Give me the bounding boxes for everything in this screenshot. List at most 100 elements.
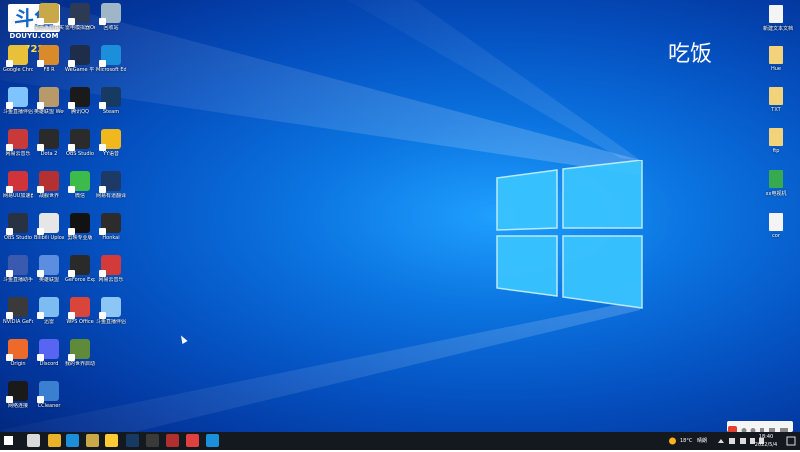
desktop-icon-label: 战舰世界 (38, 193, 59, 199)
desktop-icon[interactable]: YY语音 (96, 129, 126, 157)
file-icon (769, 213, 783, 231)
shortcut-arrow-icon (37, 60, 44, 67)
desktop-icon[interactable]: Steam (96, 87, 126, 115)
clock-time: 18:40 (758, 434, 774, 440)
desktop-icon[interactable]: Google Chrome (3, 45, 33, 73)
steam-icon (99, 87, 121, 109)
desktop-icon[interactable]: F8 R (34, 45, 64, 73)
desktop-file-label: xx电视机 (765, 191, 787, 197)
desktop-icon[interactable]: 网易云音乐 (96, 255, 126, 283)
wifi-icon (6, 381, 28, 403)
desktop-icon[interactable]: 战舰世界 (34, 171, 64, 199)
taskbar-file-explorer-icon[interactable] (48, 434, 61, 447)
desktop-icon[interactable]: WPS Office (65, 297, 95, 325)
desktop-icon[interactable]: 回收站 (96, 3, 126, 31)
desktop-file[interactable]: 新建文本文档 (763, 5, 793, 32)
desktop-icon[interactable]: 斗鱼直播助手 (3, 255, 33, 283)
windows-logo-wallpaper (496, 160, 643, 309)
desktop-icon[interactable]: 英雄联盟 (34, 255, 64, 283)
ldplayer-icon (68, 3, 90, 25)
obs-icon (6, 213, 28, 235)
desktop-icon[interactable]: Honkai (96, 213, 126, 241)
desktop-icon[interactable]: 迅雷 (34, 297, 64, 325)
desktop-icon-label: 回收站 (103, 25, 119, 31)
edge-icon (99, 45, 121, 67)
desktop-file[interactable]: TXT (763, 87, 789, 113)
desktop-icon[interactable]: NVIDIA GeForce (3, 297, 33, 325)
minecraft-icon (68, 339, 90, 361)
taskbar-search-icon[interactable] (27, 434, 40, 447)
douyu-helper-icon (6, 255, 28, 277)
shortcut-arrow-icon (68, 312, 75, 319)
xunlei-icon (37, 297, 59, 319)
desktop-icon[interactable]: 网络连接 (3, 381, 33, 409)
desktop-icon[interactable]: OBS Studio (3, 213, 33, 241)
desktop-icon[interactable] (3, 3, 33, 25)
excel-file-icon (769, 170, 783, 188)
desktop-icon[interactable]: OBS Studio (65, 129, 95, 157)
desktop-icon[interactable]: 网易云音乐 (3, 129, 33, 157)
folder-icon (769, 87, 783, 105)
shortcut-arrow-icon (6, 396, 13, 403)
desktop-file[interactable]: Hue (763, 46, 789, 72)
desktop-icon-label: 魔兽争霸真实对战平台 (34, 25, 64, 31)
shortcut-arrow-icon (6, 228, 13, 235)
taskbar-douyu-icon[interactable] (206, 434, 219, 447)
shortcut-arrow-icon (37, 396, 44, 403)
taskbar-steam-icon[interactable] (126, 434, 139, 447)
shortcut-arrow-icon (99, 18, 106, 25)
shortcut-arrow-icon (37, 270, 44, 277)
desktop-icon[interactable]: 斗鱼直播伴侣 (3, 87, 33, 115)
desktop-icon[interactable]: WeGame 平台 (65, 45, 95, 73)
mouse-cursor (178, 334, 188, 344)
desktop-icon[interactable]: Microsoft Edge (96, 45, 126, 73)
desktop-file[interactable]: ftp (763, 128, 789, 154)
taskbar-game-icon[interactable] (105, 434, 118, 447)
desktop-icon[interactable]: 雷电模拟器Online (65, 3, 95, 31)
taskbar-obs-running-icon[interactable] (166, 434, 179, 447)
desktop-icon[interactable]: 腾讯QQ (65, 87, 95, 115)
desktop-icon-label: GeForce Experience (65, 277, 95, 283)
desktop-icon[interactable]: 斗鱼直播伴侣 (96, 297, 126, 325)
folder-icon (769, 128, 783, 146)
taskbar-obs-icon[interactable] (146, 434, 159, 447)
desktop-icon[interactable]: Discord (34, 339, 64, 367)
shortcut-arrow-icon (6, 312, 13, 319)
desktop-icon-label: 迅雷 (43, 319, 54, 325)
taskbar-start-button-icon[interactable] (4, 436, 13, 445)
shortcut-arrow-icon (37, 354, 44, 361)
clock[interactable]: 18:40 2022/5/4 (752, 433, 780, 451)
taskbar-wegame-icon[interactable] (86, 434, 99, 447)
lol-icon (37, 87, 59, 109)
shortcut-arrow-icon (99, 186, 106, 193)
recycle-bin-icon (99, 3, 121, 25)
taskbar-netease-icon[interactable] (186, 434, 199, 447)
desktop-icon[interactable]: 微信 (65, 171, 95, 199)
taskbar-edge-icon[interactable] (66, 434, 79, 447)
weather-widget[interactable] (668, 432, 677, 450)
desktop-icon-label: 微信 (74, 193, 85, 199)
desktop-icon[interactable]: CCleaner (34, 381, 64, 409)
shortcut-arrow-icon (99, 312, 106, 319)
desktop-icon-label: CCleaner (37, 403, 61, 409)
wows-icon (37, 171, 59, 193)
youdao-icon (99, 171, 121, 193)
desktop-icon[interactable]: Origin (3, 339, 33, 367)
desktop-icon[interactable]: Bilibili Uploader (34, 213, 64, 241)
desktop-icon[interactable]: 我的世界启动器 (65, 339, 95, 367)
desktop-icon[interactable]: 英雄联盟 WeGame版 (34, 87, 64, 115)
desktop-file[interactable]: cor (763, 213, 789, 239)
desktop-icon[interactable]: Dota 2 (34, 129, 64, 157)
desktop-file-label: cor (772, 233, 780, 239)
desktop-icon[interactable]: 网易UU加速器 (3, 171, 33, 199)
desktop-icon[interactable]: GeForce Experience (65, 255, 95, 283)
desktop-file[interactable]: xx电视机 (763, 170, 789, 197)
desktop-icon[interactable]: 剪映专业版 (65, 213, 95, 241)
desktop-icon[interactable]: 网易有道翻译 (96, 171, 126, 199)
obs-icon (68, 129, 90, 151)
notification-icon[interactable] (786, 432, 796, 450)
ime-toolbar[interactable] (727, 421, 793, 435)
desktop-icon[interactable]: 魔兽争霸真实对战平台 (34, 3, 64, 31)
shortcut-arrow-icon (68, 102, 75, 109)
desktop-icon-label: Bilibili Uploader (34, 235, 64, 241)
